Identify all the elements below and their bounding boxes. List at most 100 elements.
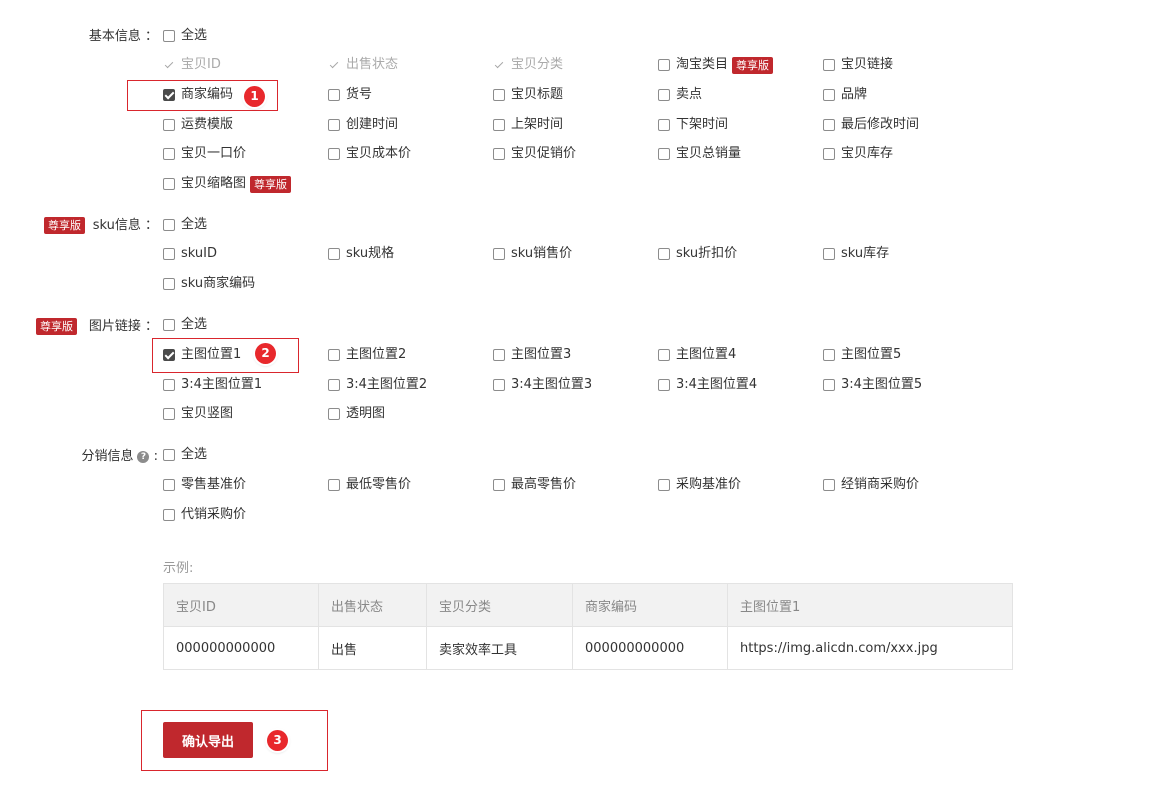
option-item[interactable]: 3:4主图位置4 <box>658 376 757 394</box>
example-table: 宝贝ID 出售状态 宝贝分类 商家编码 主图位置1 000000000000 出… <box>163 583 1013 670</box>
checkbox[interactable] <box>328 148 340 161</box>
option-item[interactable]: 宝贝库存 <box>823 145 893 163</box>
option-item[interactable]: 3:4主图位置1 <box>163 376 262 394</box>
option-item[interactable]: 卖点 <box>658 86 702 104</box>
checkbox[interactable] <box>493 148 505 161</box>
checkbox[interactable] <box>823 148 835 161</box>
help-icon[interactable]: ? <box>137 450 150 463</box>
checkbox[interactable] <box>328 248 340 260</box>
checkbox[interactable] <box>493 349 505 361</box>
checkbox[interactable] <box>328 88 340 101</box>
option-item[interactable]: 3:4主图位置2 <box>328 376 427 394</box>
checkbox[interactable] <box>163 278 175 290</box>
table-header-cell: 出售状态 <box>318 583 427 627</box>
checkbox[interactable] <box>658 118 670 131</box>
image-link-label: 图片链接 ： <box>88 319 158 334</box>
option-item[interactable]: 创建时间 <box>328 116 398 134</box>
checkbox[interactable] <box>163 479 175 491</box>
option-item[interactable]: 宝贝缩略图 尊享版 <box>163 175 292 193</box>
option-item[interactable]: 下架时间 <box>658 116 728 134</box>
option-item[interactable]: sku折扣价 <box>658 245 737 263</box>
option-item[interactable]: 采购基准价 <box>658 476 741 494</box>
option-item[interactable]: 宝贝总销量 <box>658 145 741 163</box>
checkbox[interactable] <box>328 118 340 131</box>
option-item[interactable]: sku规格 <box>328 245 394 263</box>
option-item[interactable]: 经销商采购价 <box>823 476 919 494</box>
checkbox[interactable] <box>163 319 175 331</box>
checkbox[interactable] <box>493 88 505 101</box>
checkbox[interactable] <box>328 479 340 491</box>
option-item[interactable]: 宝贝竖图 <box>163 405 233 423</box>
checkbox[interactable] <box>823 248 835 260</box>
option-label: 货号 <box>346 86 373 102</box>
option-item[interactable]: 宝贝促销价 <box>493 145 576 163</box>
option-item[interactable]: sku商家编码 <box>163 275 255 293</box>
checkbox[interactable] <box>493 378 505 391</box>
checkbox[interactable] <box>823 59 835 71</box>
checkbox[interactable] <box>658 378 670 391</box>
checkbox[interactable] <box>163 178 175 190</box>
table-header-cell: 宝贝ID <box>163 583 319 627</box>
checkbox[interactable] <box>658 248 670 260</box>
option-item[interactable]: sku库存 <box>823 245 889 263</box>
checkbox[interactable] <box>658 349 670 361</box>
checkbox[interactable] <box>658 479 670 491</box>
option-item[interactable]: 代销采购价 <box>163 506 246 524</box>
checkbox[interactable] <box>658 148 670 161</box>
option-label: 淘宝类目 <box>676 57 729 72</box>
checkbox[interactable] <box>163 248 175 260</box>
checkbox[interactable] <box>823 349 835 361</box>
option-item[interactable]: 宝贝链接 <box>823 56 893 74</box>
checkbox[interactable] <box>163 378 175 391</box>
option-item[interactable]: 主图位置3 <box>493 346 571 364</box>
checkbox[interactable] <box>823 378 835 391</box>
option-item[interactable]: 零售基准价 <box>163 476 246 494</box>
checkbox[interactable] <box>823 118 835 131</box>
checkbox[interactable] <box>328 378 340 391</box>
checkbox[interactable] <box>823 88 835 101</box>
distribution-select-all[interactable]: 全选 <box>163 446 207 464</box>
checkbox[interactable] <box>493 248 505 260</box>
option-item[interactable]: 宝贝一口价 <box>163 145 246 163</box>
option-item[interactable]: 3:4主图位置3 <box>493 376 592 394</box>
checkbox[interactable] <box>163 148 175 161</box>
option-item[interactable]: 宝贝成本价 <box>328 145 411 163</box>
option-item[interactable]: 上架时间 <box>493 116 563 134</box>
option-item[interactable]: sku销售价 <box>493 245 572 263</box>
option-item[interactable]: 主图位置5 <box>823 346 901 364</box>
basic-select-all[interactable]: 全选 <box>163 27 207 45</box>
checkbox[interactable] <box>163 408 175 420</box>
option-item[interactable]: 透明图 <box>328 405 385 423</box>
sku-select-all[interactable]: 全选 <box>163 216 207 234</box>
option-item[interactable]: 运费模版 <box>163 116 233 134</box>
option-label: 创建时间 <box>346 116 399 132</box>
option-item[interactable]: 货号 <box>328 86 372 104</box>
option-item[interactable]: 最后修改时间 <box>823 116 919 134</box>
checkbox[interactable] <box>658 88 670 101</box>
option-item[interactable]: 主图位置4 <box>658 346 736 364</box>
option-item[interactable]: 淘宝类目 尊享版 <box>658 56 774 74</box>
option-item[interactable]: 主图位置2 <box>328 346 406 364</box>
option-item[interactable]: 3:4主图位置5 <box>823 376 922 394</box>
option-item[interactable]: 最高零售价 <box>493 476 576 494</box>
checkbox[interactable] <box>658 59 670 71</box>
option-item[interactable]: skuID <box>163 245 217 263</box>
checkbox[interactable] <box>493 479 505 491</box>
checkbox[interactable] <box>823 479 835 491</box>
image-select-all[interactable]: 全选 <box>163 316 207 334</box>
checkbox[interactable] <box>328 408 340 420</box>
checkbox[interactable] <box>493 118 505 131</box>
checkbox[interactable] <box>163 219 175 231</box>
image-premium-badge: 尊享版 <box>36 318 77 335</box>
option-label: 3:4主图位置1 <box>181 376 263 392</box>
checkbox[interactable] <box>163 449 175 461</box>
checkbox[interactable] <box>163 118 175 131</box>
checkbox[interactable] <box>163 508 175 521</box>
option-item[interactable]: 最低零售价 <box>328 476 411 494</box>
option-item[interactable]: 宝贝标题 <box>493 86 563 104</box>
option-item[interactable]: 品牌 <box>823 86 867 104</box>
step-marker-2: 2 <box>255 343 276 364</box>
option-label: 3:4主图位置5 <box>841 376 923 392</box>
checkbox[interactable] <box>163 30 175 42</box>
checkbox[interactable] <box>328 349 340 361</box>
